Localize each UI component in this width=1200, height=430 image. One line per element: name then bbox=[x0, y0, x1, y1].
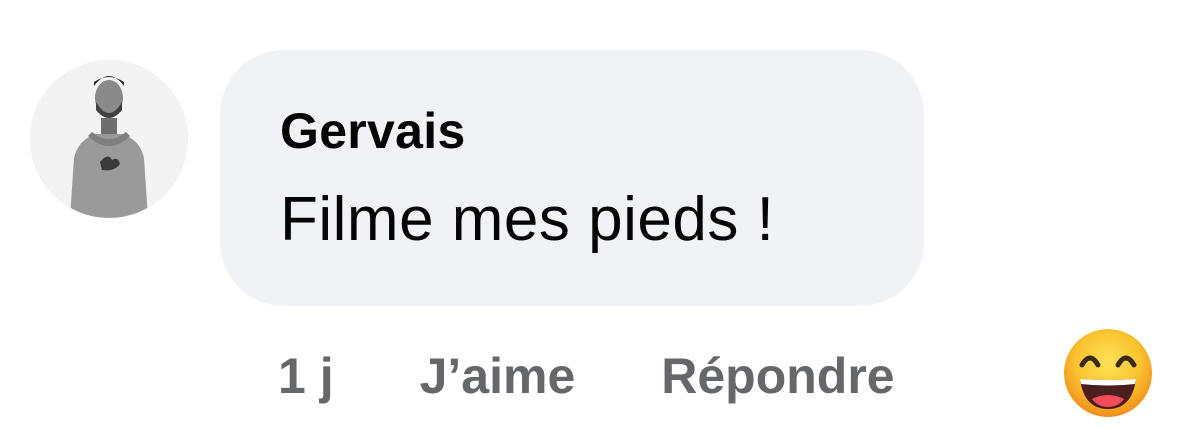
comment-bubble: Gervais Filme mes pieds ! bbox=[220, 50, 924, 306]
profile-photo-icon bbox=[30, 60, 188, 218]
comment-author[interactable]: Gervais bbox=[280, 102, 466, 160]
avatar[interactable] bbox=[30, 60, 188, 218]
like-button[interactable]: J’aime bbox=[420, 347, 576, 405]
comment-text: Filme mes pieds ! bbox=[280, 185, 775, 254]
comment-actions: 1 j J’aime Répondre bbox=[278, 344, 895, 408]
comment: Gervais Filme mes pieds ! 1 j J’aime Rép… bbox=[0, 0, 1200, 430]
comment-timestamp[interactable]: 1 j bbox=[278, 347, 334, 405]
haha-reaction-icon[interactable] bbox=[1062, 327, 1154, 419]
reply-button[interactable]: Répondre bbox=[661, 347, 894, 405]
